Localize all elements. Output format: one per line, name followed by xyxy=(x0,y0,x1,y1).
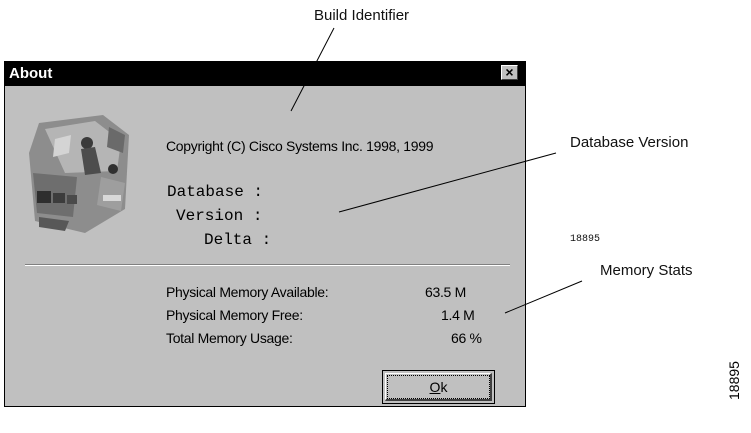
build-identifier-leader xyxy=(290,27,335,112)
callout-lines xyxy=(290,27,583,314)
memory-stats-leader xyxy=(504,280,583,314)
figure-id: 18895 xyxy=(726,361,742,400)
database-version-leader xyxy=(338,152,557,213)
